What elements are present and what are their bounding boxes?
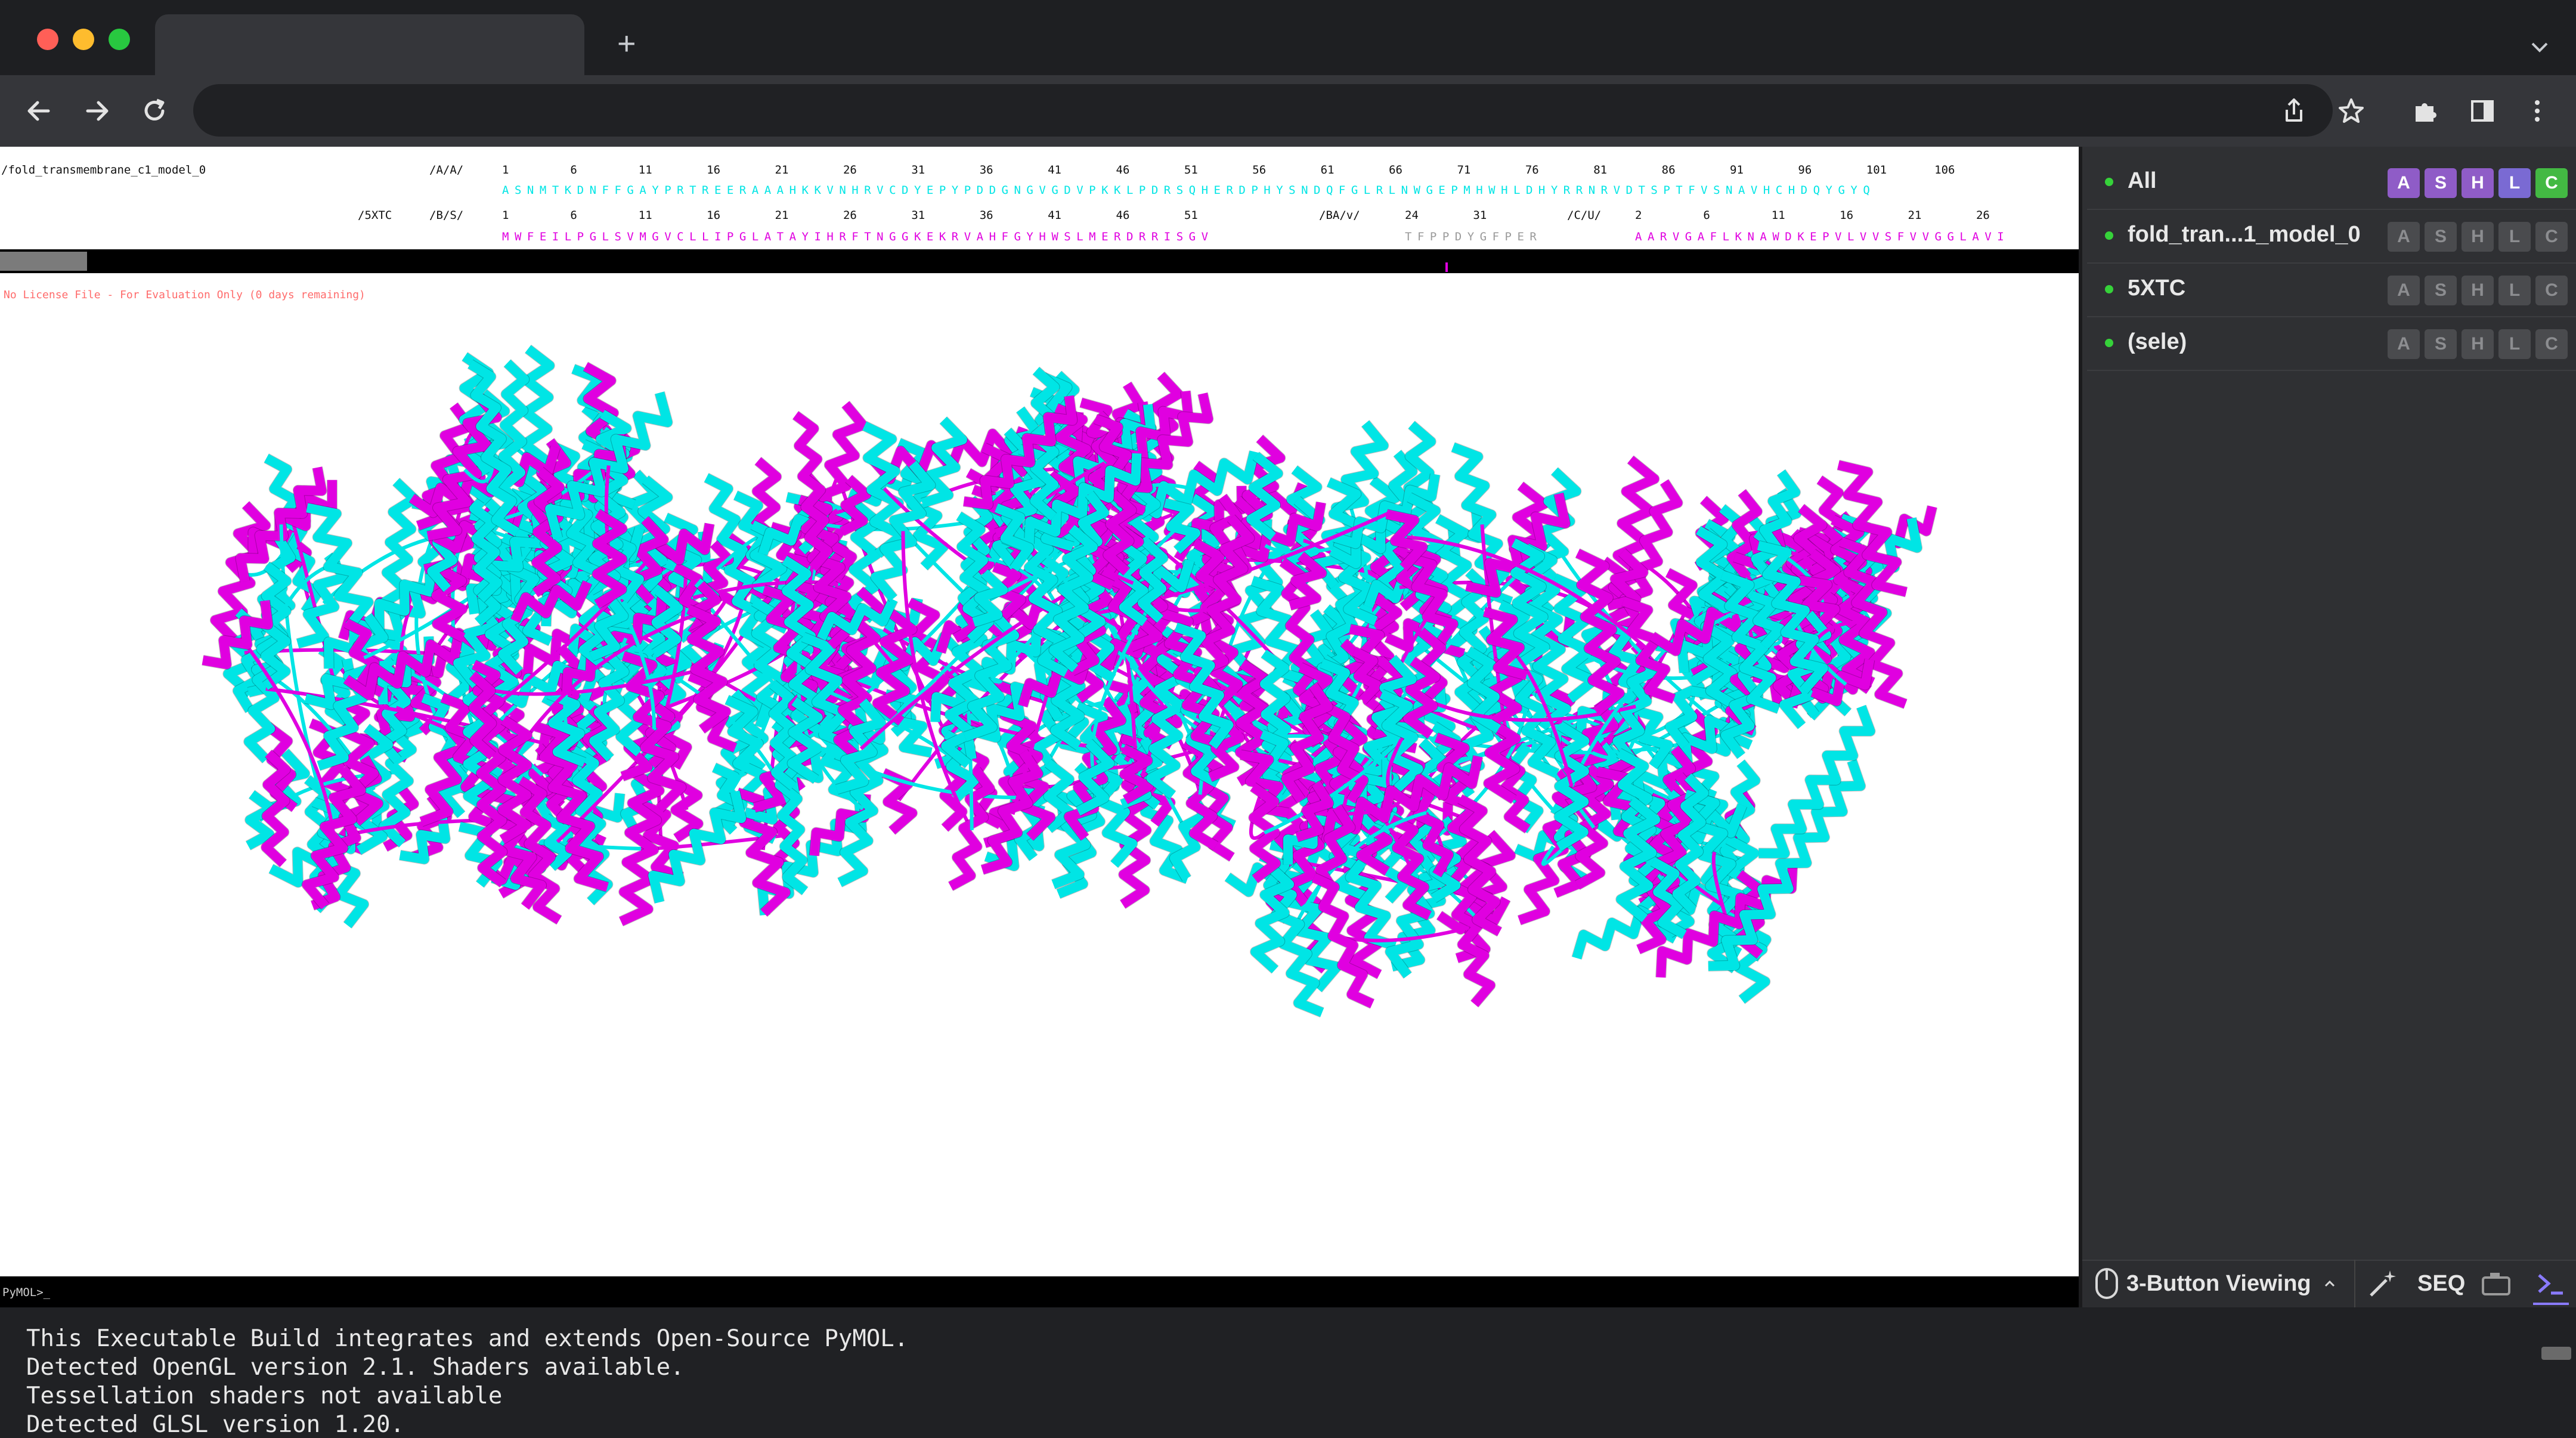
hide-button[interactable]: H — [2462, 276, 2494, 305]
hide-button[interactable]: H — [2462, 329, 2494, 359]
pymol-command-line[interactable] — [0, 1276, 2079, 1307]
molecular-viewport[interactable] — [0, 273, 2079, 1276]
zoom-window-button[interactable] — [109, 29, 130, 50]
console-line: Detected OpenGL version 2.1. Shaders ava… — [26, 1354, 685, 1381]
segment2-sequence[interactable]: TFPPDYGFPER — [1405, 230, 1542, 243]
object-name[interactable]: (sele) — [2128, 329, 2187, 355]
protein-cartoon-render[interactable] — [0, 273, 2079, 1276]
mouse-mode-selector[interactable]: 3-Button Viewing — [2093, 1264, 2339, 1303]
extensions-puzzle-icon[interactable] — [2404, 90, 2446, 132]
object-label-model: /fold_transmembrane_c1_model_0 — [1, 163, 206, 177]
segment3-numbers: 2 6 11 16 21 26 — [1635, 209, 1990, 222]
address-bar[interactable] — [193, 84, 2333, 137]
show-button[interactable]: S — [2425, 168, 2457, 198]
enabled-dot[interactable] — [2105, 231, 2113, 240]
console-line: This Executable Build integrates and ext… — [26, 1325, 909, 1352]
camera-icon — [2482, 1273, 2510, 1295]
enabled-dot[interactable] — [2105, 339, 2113, 347]
hide-button[interactable]: H — [2462, 168, 2494, 198]
action-button[interactable]: A — [2388, 329, 2420, 359]
side-panel-icon[interactable] — [2462, 90, 2503, 132]
pymol-prompt[interactable]: PyMOL>_ — [2, 1286, 50, 1299]
chain-label-5xtc: /B/S/ — [429, 209, 464, 222]
kebab-menu-icon[interactable] — [2516, 90, 2558, 132]
show-button[interactable]: S — [2425, 276, 2457, 305]
sequence-5xtc[interactable]: MWFEILPGLSVMGVCLLIPGLATAYIHRFTNGGKEKRVAH… — [502, 230, 1214, 243]
seq-toggle-button[interactable]: SEQ — [2417, 1264, 2465, 1303]
object-name[interactable]: All — [2128, 168, 2157, 194]
enabled-dot[interactable] — [2105, 285, 2113, 293]
object-row-sele[interactable]: (sele) A S H L C — [2087, 317, 2576, 371]
segment3-label: /C/U/ — [1567, 209, 1602, 222]
mouse-mode-label: 3-Button Viewing — [2126, 1270, 2311, 1296]
residue-numbers-model: 1 6 11 16 21 26 31 36 41 46 51 56 61 66 … — [502, 163, 1955, 177]
show-button[interactable]: S — [2425, 222, 2457, 252]
label-button[interactable]: L — [2498, 222, 2531, 252]
console-line: Tessellation shaders not available — [26, 1383, 503, 1409]
forward-arrow-icon[interactable] — [76, 90, 118, 132]
back-arrow-icon[interactable] — [18, 90, 60, 132]
tab-search-chevron-icon[interactable] — [2519, 26, 2560, 68]
browser-tab[interactable] — [155, 14, 584, 75]
sequence-model[interactable]: ASNMTKDNFFGAYPRTREERAAAHKKVNHRVCDYEPYPDD… — [502, 184, 1875, 197]
sequence-position-marker — [1445, 262, 1448, 272]
wand-button[interactable] — [2366, 1264, 2399, 1303]
mouse-icon — [2095, 1268, 2118, 1299]
object-label-5xtc: /5XTC — [358, 209, 392, 222]
chain-label-model: /A/A/ — [429, 163, 464, 177]
show-button[interactable]: S — [2425, 329, 2457, 359]
chevron-up-icon — [2324, 1280, 2334, 1287]
action-button[interactable]: A — [2388, 276, 2420, 305]
bookmark-star-icon[interactable] — [2330, 90, 2372, 132]
helix — [261, 749, 291, 868]
object-row-all[interactable]: All A S H L C — [2087, 156, 2576, 210]
share-icon[interactable] — [2273, 90, 2315, 132]
close-window-button[interactable] — [37, 29, 58, 50]
terminal-icon — [2538, 1274, 2563, 1295]
action-button[interactable]: A — [2388, 222, 2420, 252]
object-name[interactable]: 5XTC — [2128, 276, 2185, 301]
label-button[interactable]: L — [2498, 329, 2531, 359]
console-toggle-button[interactable] — [2533, 1264, 2569, 1305]
console-scrollbar[interactable] — [2541, 1347, 2571, 1360]
reload-icon[interactable] — [134, 90, 175, 132]
enabled-dot[interactable] — [2105, 178, 2113, 186]
object-row-fold-model[interactable]: fold_tran...1_model_0 A S H L C — [2087, 210, 2576, 264]
action-button[interactable]: A — [2388, 168, 2420, 198]
object-name[interactable]: fold_tran...1_model_0 — [2128, 222, 2361, 248]
label-button[interactable]: L — [2498, 168, 2531, 198]
color-button[interactable]: C — [2535, 168, 2568, 198]
residue-numbers-5xtc: 1 6 11 16 21 26 31 36 41 46 51 — [502, 209, 1198, 222]
sequence-scroll-thumb[interactable] — [0, 252, 87, 271]
license-notice: No License File - For Evaluation Only (0… — [4, 289, 366, 301]
minimize-window-button[interactable] — [73, 29, 94, 50]
sequence-scrollbar[interactable] — [0, 249, 2079, 273]
color-button[interactable]: C — [2535, 222, 2568, 252]
segment2-label: /BA/v/ — [1319, 209, 1360, 222]
camera-button[interactable] — [2479, 1264, 2513, 1303]
label-button[interactable]: L — [2498, 276, 2531, 305]
console-line: Detected GLSL version 1.20. — [26, 1411, 404, 1438]
segment2-numbers: 24 31 — [1405, 209, 1487, 222]
new-tab-button[interactable]: + — [617, 23, 636, 64]
color-button[interactable]: C — [2535, 276, 2568, 305]
object-row-5xtc[interactable]: 5XTC A S H L C — [2087, 264, 2576, 317]
wand-icon — [2370, 1270, 2396, 1297]
seq-label: SEQ — [2417, 1270, 2466, 1296]
hide-button[interactable]: H — [2462, 222, 2494, 252]
segment3-sequence[interactable]: AARVGAFLKNAWDKEPVLVVSFVVGGLAVI — [1635, 230, 2010, 243]
color-button[interactable]: C — [2535, 329, 2568, 359]
divider — [2354, 1260, 2355, 1307]
